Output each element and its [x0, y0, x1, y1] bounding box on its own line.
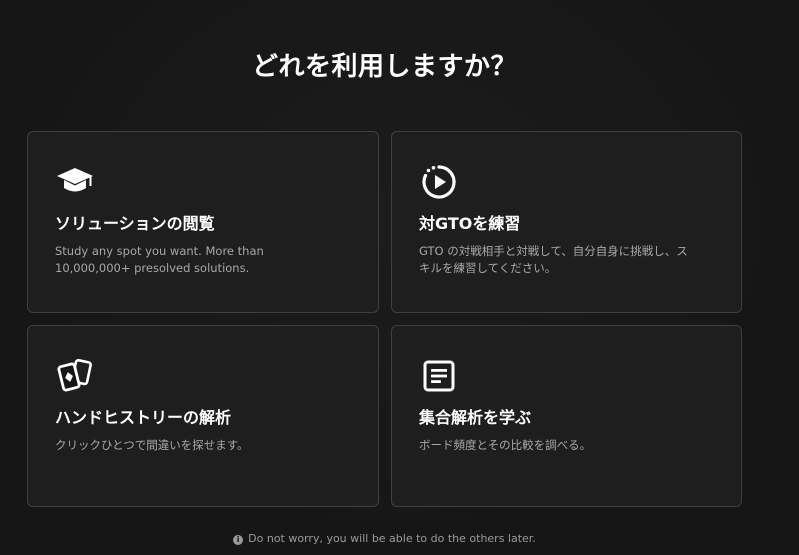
card-title: 集合解析を学ぶ: [419, 408, 532, 427]
onboarding-page: どれを利用しますか？ ソリューションの閲覧 Study any spot you…: [0, 0, 799, 555]
document-list-icon: [419, 356, 459, 396]
info-icon: i: [233, 535, 244, 545]
card-title: ソリューションの閲覧: [55, 214, 215, 233]
card-description: Study any spot you want. More than 10,00…: [55, 244, 264, 275]
playing-cards-icon: [55, 356, 95, 396]
hand-history-analysis-card[interactable]: ハンドヒストリーの解析 クリックひとつで間違いを探せます。: [27, 325, 379, 507]
footer-text: Do not worry, you will be able to do the…: [248, 532, 536, 545]
card-title: ハンドヒストリーの解析: [55, 408, 232, 427]
aggregate-analysis-card[interactable]: 集合解析を学ぶ ボード頻度とその比較を調べる。: [391, 325, 742, 507]
graduation-cap-icon: [55, 162, 95, 202]
practice-vs-gto-card[interactable]: 対GTOを練習 GTO の対戦相手と対戦して、自分自身に挑戦し、スキルを練習して…: [391, 131, 742, 313]
card-title: 対GTOを練習: [419, 214, 521, 233]
footer-note: i Do not worry, you will be able to do th…: [0, 532, 769, 545]
option-grid: ソリューションの閲覧 Study any spot you want. More…: [27, 131, 742, 507]
browse-solutions-card[interactable]: ソリューションの閲覧 Study any spot you want. More…: [27, 131, 379, 313]
play-rotate-icon: [419, 162, 459, 202]
page-title: どれを利用しますか？: [251, 52, 517, 82]
card-description: クリックひとつで間違いを探せます。: [55, 438, 249, 452]
card-description: GTO の対戦相手と対戦して、自分自身に挑戦し、スキルを練習してください。: [419, 244, 688, 275]
card-description: ボード頻度とその比較を調べる。: [419, 438, 592, 452]
